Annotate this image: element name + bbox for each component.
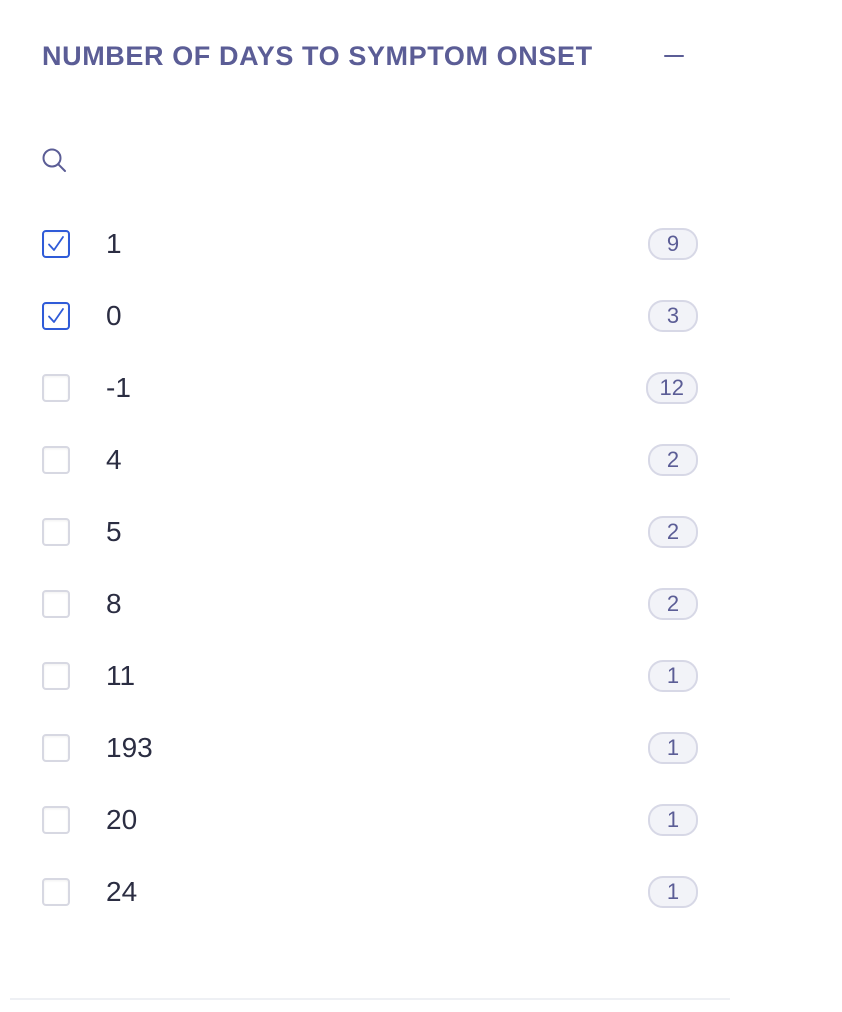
option-label: 4	[106, 444, 122, 475]
count-badge: 1	[648, 876, 698, 908]
option-label: 1	[106, 228, 122, 259]
option-label: 24	[106, 876, 138, 907]
checkbox[interactable]	[42, 302, 70, 330]
list-item[interactable]: 42	[42, 424, 698, 496]
divider	[10, 998, 730, 1000]
option-label: 11	[106, 660, 136, 691]
count-badge: 3	[648, 300, 698, 332]
option-label: 0	[106, 300, 122, 331]
count-badge: 12	[645, 372, 698, 404]
checkmark-icon	[48, 308, 64, 323]
list-item[interactable]: 52	[42, 496, 698, 568]
checkmark-icon	[48, 236, 64, 251]
minus-icon[interactable]	[662, 44, 686, 68]
checkbox[interactable]	[42, 518, 70, 546]
option-label: 193	[106, 732, 153, 763]
option-label: 20	[106, 804, 138, 835]
list-item[interactable]: 20 1	[42, 784, 698, 856]
list-item[interactable]: 82	[42, 568, 698, 640]
list-item[interactable]: 19	[42, 208, 698, 280]
option-label: -1	[106, 372, 131, 403]
option-label: 8	[106, 588, 122, 619]
count-badge: 9	[648, 228, 698, 260]
count-badge: 1	[648, 804, 698, 836]
count-badge: 2	[648, 516, 698, 548]
facet-title: NUMBER OF DAYS TO SYMPTOM ONSET	[42, 40, 593, 71]
count-badge: 2	[648, 444, 698, 476]
checkbox[interactable]	[42, 662, 70, 690]
list-item[interactable]: 193 1	[42, 712, 698, 784]
minus-icon-bar	[664, 55, 684, 57]
checkbox[interactable]	[42, 806, 70, 834]
checkbox[interactable]	[42, 878, 70, 906]
checkbox[interactable]	[42, 374, 70, 402]
option-list: 1 9 0 3 -1 12 4 2 5 2 8 2 11 1 193 1 20 1 24 1	[42, 208, 698, 928]
facet-panel: NUMBER OF DAYS TO SYMPTOM ONSET 1 9 0 3 -1 12…	[0, 0, 842, 1012]
checkbox[interactable]	[42, 734, 70, 762]
count-badge: 1	[648, 732, 698, 764]
facet-header[interactable]: NUMBER OF DAYS TO SYMPTOM ONSET	[42, 36, 700, 76]
count-badge: 1	[648, 660, 698, 692]
search-box[interactable]	[40, 143, 700, 177]
list-item[interactable]: 11 1	[42, 640, 698, 712]
list-item[interactable]: 03	[42, 280, 698, 352]
checkbox[interactable]	[42, 446, 70, 474]
checkbox[interactable]	[42, 590, 70, 618]
checkbox[interactable]	[42, 230, 70, 258]
option-label: 5	[106, 516, 122, 547]
search-input[interactable]	[84, 143, 700, 177]
count-badge: 2	[648, 588, 698, 620]
search-icon[interactable]	[40, 146, 68, 174]
list-item[interactable]: 24 1	[42, 856, 698, 928]
list-item[interactable]: -1 12	[42, 352, 698, 424]
